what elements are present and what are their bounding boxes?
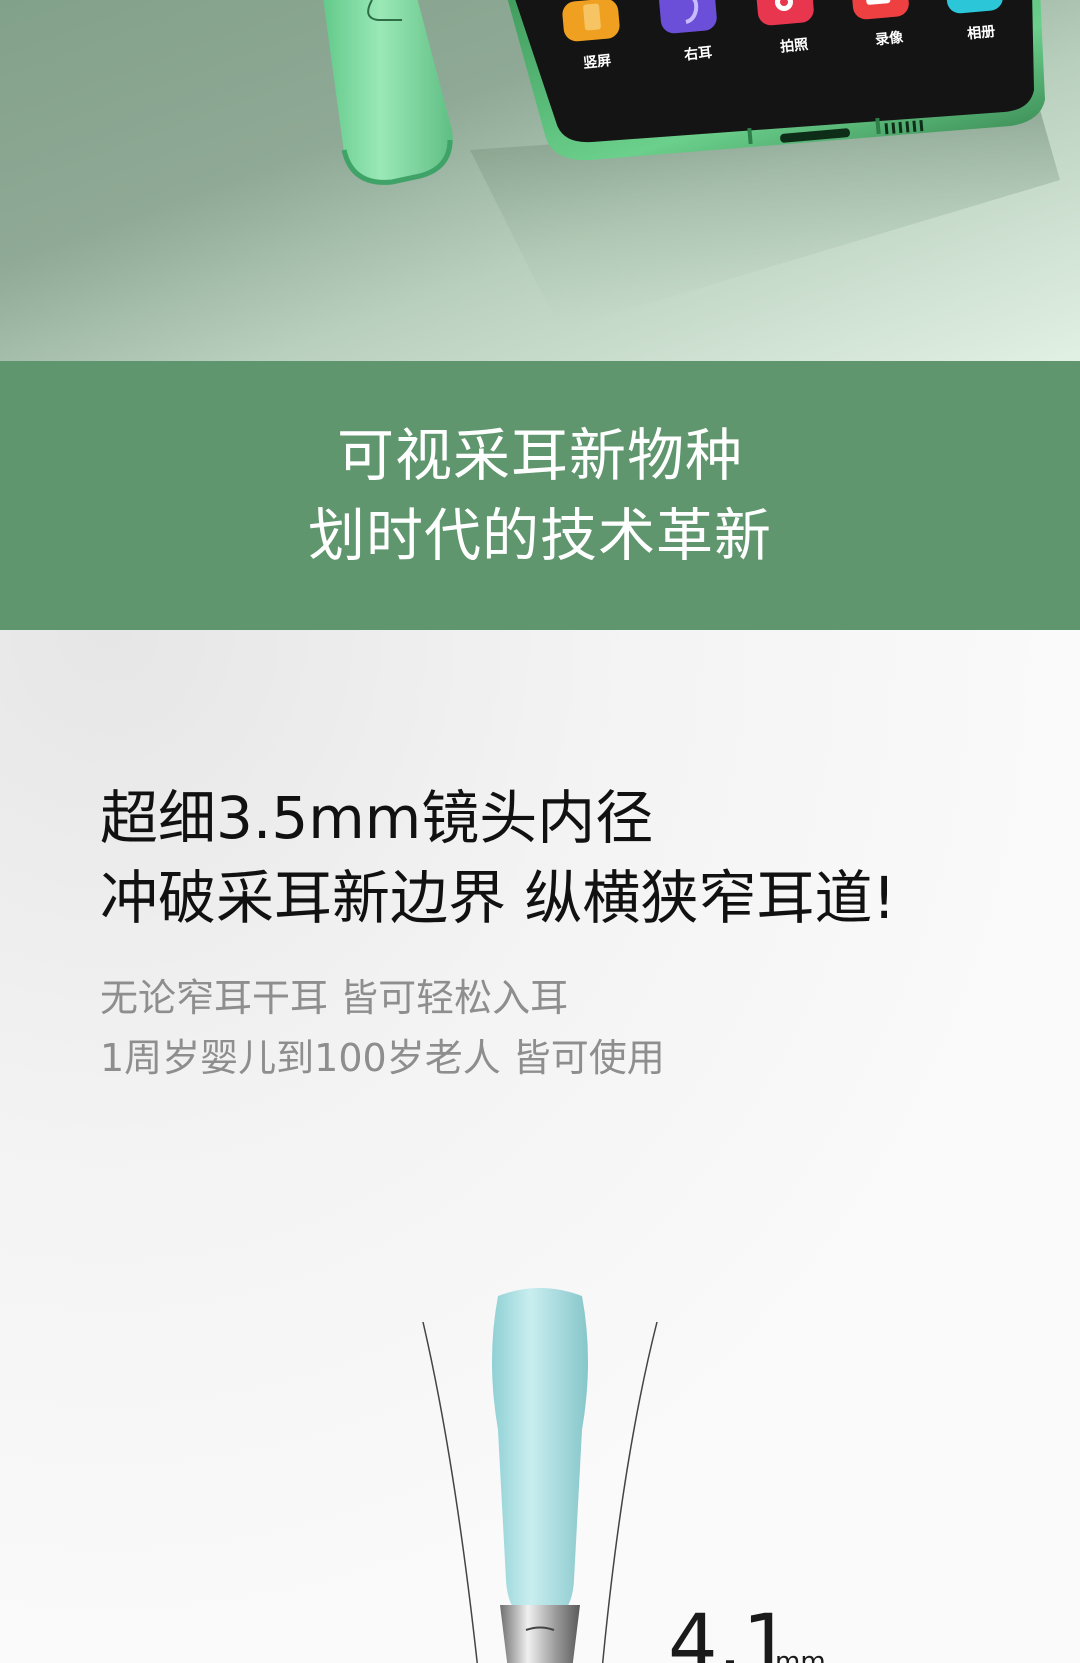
banner-title-line-2: 划时代的技术革新 — [308, 502, 772, 569]
feature-section: 超细3.5mm镜头内径 冲破采耳新边界 纵横狭窄耳道! 无论窄耳干耳 皆可轻松入… — [0, 630, 1080, 1663]
app-label-portrait: 竖屏 — [582, 53, 612, 72]
app-label-right-ear: 右耳 — [682, 44, 713, 64]
app-label-camera: 拍照 — [779, 36, 809, 56]
app-label-gallery: 相册 — [966, 23, 996, 43]
banner-title-line-1: 可视采耳新物种 — [337, 422, 743, 489]
hero-product-image: 竖屏 右耳 拍照 录像 相册 — [0, 0, 1080, 361]
hero-illustration: 竖屏 右耳 拍照 录像 相册 — [323, 0, 1060, 330]
ear-cleaner-device — [323, 0, 453, 185]
app-label-video: 录像 — [874, 29, 905, 49]
right-ear-icon — [659, 0, 717, 34]
slogan-banner: 可视采耳新物种 划时代的技术革新 — [0, 361, 1080, 630]
measure-unit: mm — [775, 1647, 826, 1663]
ear-canal-right-curve — [601, 1321, 658, 1663]
probe-illustration: 4.1 mm — [422, 1288, 826, 1663]
measure-value: 4.1 — [668, 1599, 792, 1663]
ear-probe — [492, 1288, 588, 1663]
ear-canal-left-curve — [422, 1321, 478, 1663]
